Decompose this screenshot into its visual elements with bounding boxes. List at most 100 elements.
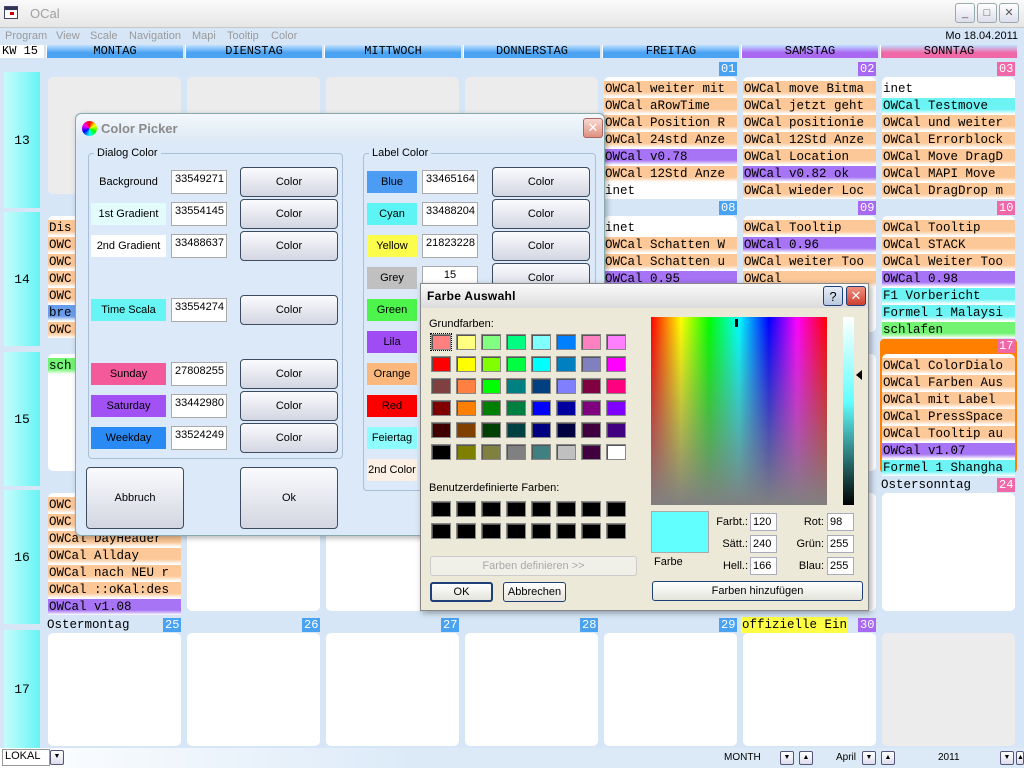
event-item[interactable]: OWCal ColorDialo: [882, 358, 1015, 374]
basic-color-swatch[interactable]: [456, 400, 476, 416]
minimize-button[interactable]: _: [955, 3, 975, 23]
color-spectrum[interactable]: [651, 317, 827, 505]
basic-color-swatch[interactable]: [481, 334, 501, 350]
basic-color-swatch[interactable]: [531, 444, 551, 460]
event-item[interactable]: OWCal v0.78: [604, 149, 737, 165]
basic-color-swatch[interactable]: [556, 422, 576, 438]
basic-color-swatch[interactable]: [606, 334, 626, 350]
day-cell[interactable]: [604, 633, 737, 746]
color-value-input[interactable]: 33488637: [171, 234, 227, 258]
year-down-button[interactable]: ▼: [1000, 751, 1014, 765]
menu-color[interactable]: Color: [271, 30, 297, 42]
location-dropdown-chevron-icon[interactable]: ▼: [50, 750, 64, 765]
event-item[interactable]: OWCal 0.98: [882, 271, 1015, 287]
basic-color-swatch[interactable]: [581, 356, 601, 372]
define-colors-button[interactable]: Farben definieren >>: [430, 556, 637, 576]
add-custom-color-button[interactable]: Farben hinzufügen: [652, 581, 863, 601]
date-badge[interactable]: 25: [163, 618, 182, 632]
custom-color-swatch[interactable]: [506, 501, 526, 517]
color-picker-close-button[interactable]: ✕: [583, 118, 603, 138]
event-item[interactable]: OWCal Errorblock: [882, 132, 1015, 148]
color-button[interactable]: Color: [240, 231, 338, 261]
month-down-button[interactable]: ▼: [862, 751, 876, 765]
event-item[interactable]: OWCal Schatten W: [604, 237, 737, 253]
basic-color-swatch[interactable]: [581, 422, 601, 438]
basic-color-swatch[interactable]: [506, 444, 526, 460]
basic-color-swatch[interactable]: [481, 422, 501, 438]
custom-color-swatch[interactable]: [481, 523, 501, 539]
basic-color-swatch[interactable]: [481, 444, 501, 460]
custom-color-swatch[interactable]: [581, 523, 601, 539]
date-badge[interactable]: 02: [858, 62, 877, 76]
lum-input[interactable]: 166: [750, 557, 777, 575]
day-cell[interactable]: [187, 633, 320, 746]
basic-color-swatch[interactable]: [506, 422, 526, 438]
basic-color-swatch[interactable]: [431, 356, 451, 372]
basic-color-swatch[interactable]: [481, 378, 501, 394]
event-item[interactable]: inet: [604, 220, 737, 236]
event-item[interactable]: OWCal Allday: [48, 548, 181, 564]
event-item[interactable]: Formel 1 Shangha: [882, 460, 1015, 476]
basic-color-swatch[interactable]: [581, 378, 601, 394]
farbe-close-button[interactable]: ✕: [846, 286, 866, 306]
green-input[interactable]: 255: [827, 535, 854, 553]
day-cell[interactable]: [326, 633, 459, 746]
label-color-value-input[interactable]: 21823228: [422, 234, 478, 258]
custom-color-swatch[interactable]: [431, 523, 451, 539]
basic-color-swatch[interactable]: [556, 400, 576, 416]
basic-color-swatch[interactable]: [606, 378, 626, 394]
event-item[interactable]: OWCal Schatten u: [604, 254, 737, 270]
custom-color-swatch[interactable]: [456, 501, 476, 517]
event-item[interactable]: Formel 1 Malaysi: [882, 305, 1015, 321]
event-item[interactable]: OWCal 0.96: [743, 237, 876, 253]
basic-color-swatch[interactable]: [531, 400, 551, 416]
color-button[interactable]: Color: [240, 167, 338, 197]
custom-color-swatch[interactable]: [431, 501, 451, 517]
month-up-button[interactable]: ▲: [881, 751, 895, 765]
date-badge[interactable]: 08: [719, 201, 738, 215]
event-item[interactable]: OWCal positionie: [743, 115, 876, 131]
day-cell[interactable]: [882, 493, 1015, 611]
custom-color-swatch[interactable]: [556, 523, 576, 539]
basic-color-swatch[interactable]: [456, 422, 476, 438]
date-badge[interactable]: 30: [858, 618, 877, 632]
date-badge[interactable]: 10: [997, 201, 1016, 215]
week-label[interactable]: 17: [4, 630, 40, 748]
custom-color-swatch[interactable]: [606, 501, 626, 517]
label-color-value-input[interactable]: 33465164: [422, 170, 478, 194]
basic-color-swatch[interactable]: [531, 356, 551, 372]
label-color-value-input[interactable]: 33488204: [422, 202, 478, 226]
ok-button[interactable]: Ok: [240, 467, 338, 529]
event-item[interactable]: OWCal v1.08: [48, 599, 181, 615]
date-badge[interactable]: 01: [719, 62, 738, 76]
basic-color-swatch[interactable]: [430, 333, 452, 351]
date-badge[interactable]: 17: [997, 339, 1016, 353]
basic-color-swatch[interactable]: [556, 356, 576, 372]
basic-color-swatch[interactable]: [606, 422, 626, 438]
color-button[interactable]: Color: [240, 295, 338, 325]
year-up-button[interactable]: ▲: [1016, 751, 1024, 765]
week-label[interactable]: 13: [4, 72, 40, 208]
date-badge[interactable]: 09: [858, 201, 877, 215]
event-item[interactable]: OWCal Tooltip: [882, 220, 1015, 236]
basic-color-swatch[interactable]: [606, 400, 626, 416]
date-badge[interactable]: 27: [441, 618, 460, 632]
custom-color-swatch[interactable]: [606, 523, 626, 539]
view-up-button[interactable]: ▲: [799, 751, 813, 765]
basic-color-swatch[interactable]: [581, 400, 601, 416]
blue-input[interactable]: 255: [827, 557, 854, 575]
basic-color-swatch[interactable]: [581, 334, 601, 350]
event-item[interactable]: OWCal 12Std Anze: [743, 132, 876, 148]
color-button[interactable]: Color: [240, 423, 338, 453]
farbe-ok-button[interactable]: OK: [430, 582, 493, 602]
date-badge[interactable]: 26: [302, 618, 321, 632]
basic-color-swatch[interactable]: [531, 378, 551, 394]
color-value-input[interactable]: 33524249: [171, 426, 227, 450]
basic-color-swatch[interactable]: [431, 444, 451, 460]
color-value-input[interactable]: 27808255: [171, 362, 227, 386]
custom-color-swatch[interactable]: [531, 523, 551, 539]
label-color-button[interactable]: Color: [492, 199, 590, 229]
basic-color-swatch[interactable]: [481, 400, 501, 416]
event-item[interactable]: OWCal weiter Too: [743, 254, 876, 270]
basic-color-swatch[interactable]: [506, 356, 526, 372]
